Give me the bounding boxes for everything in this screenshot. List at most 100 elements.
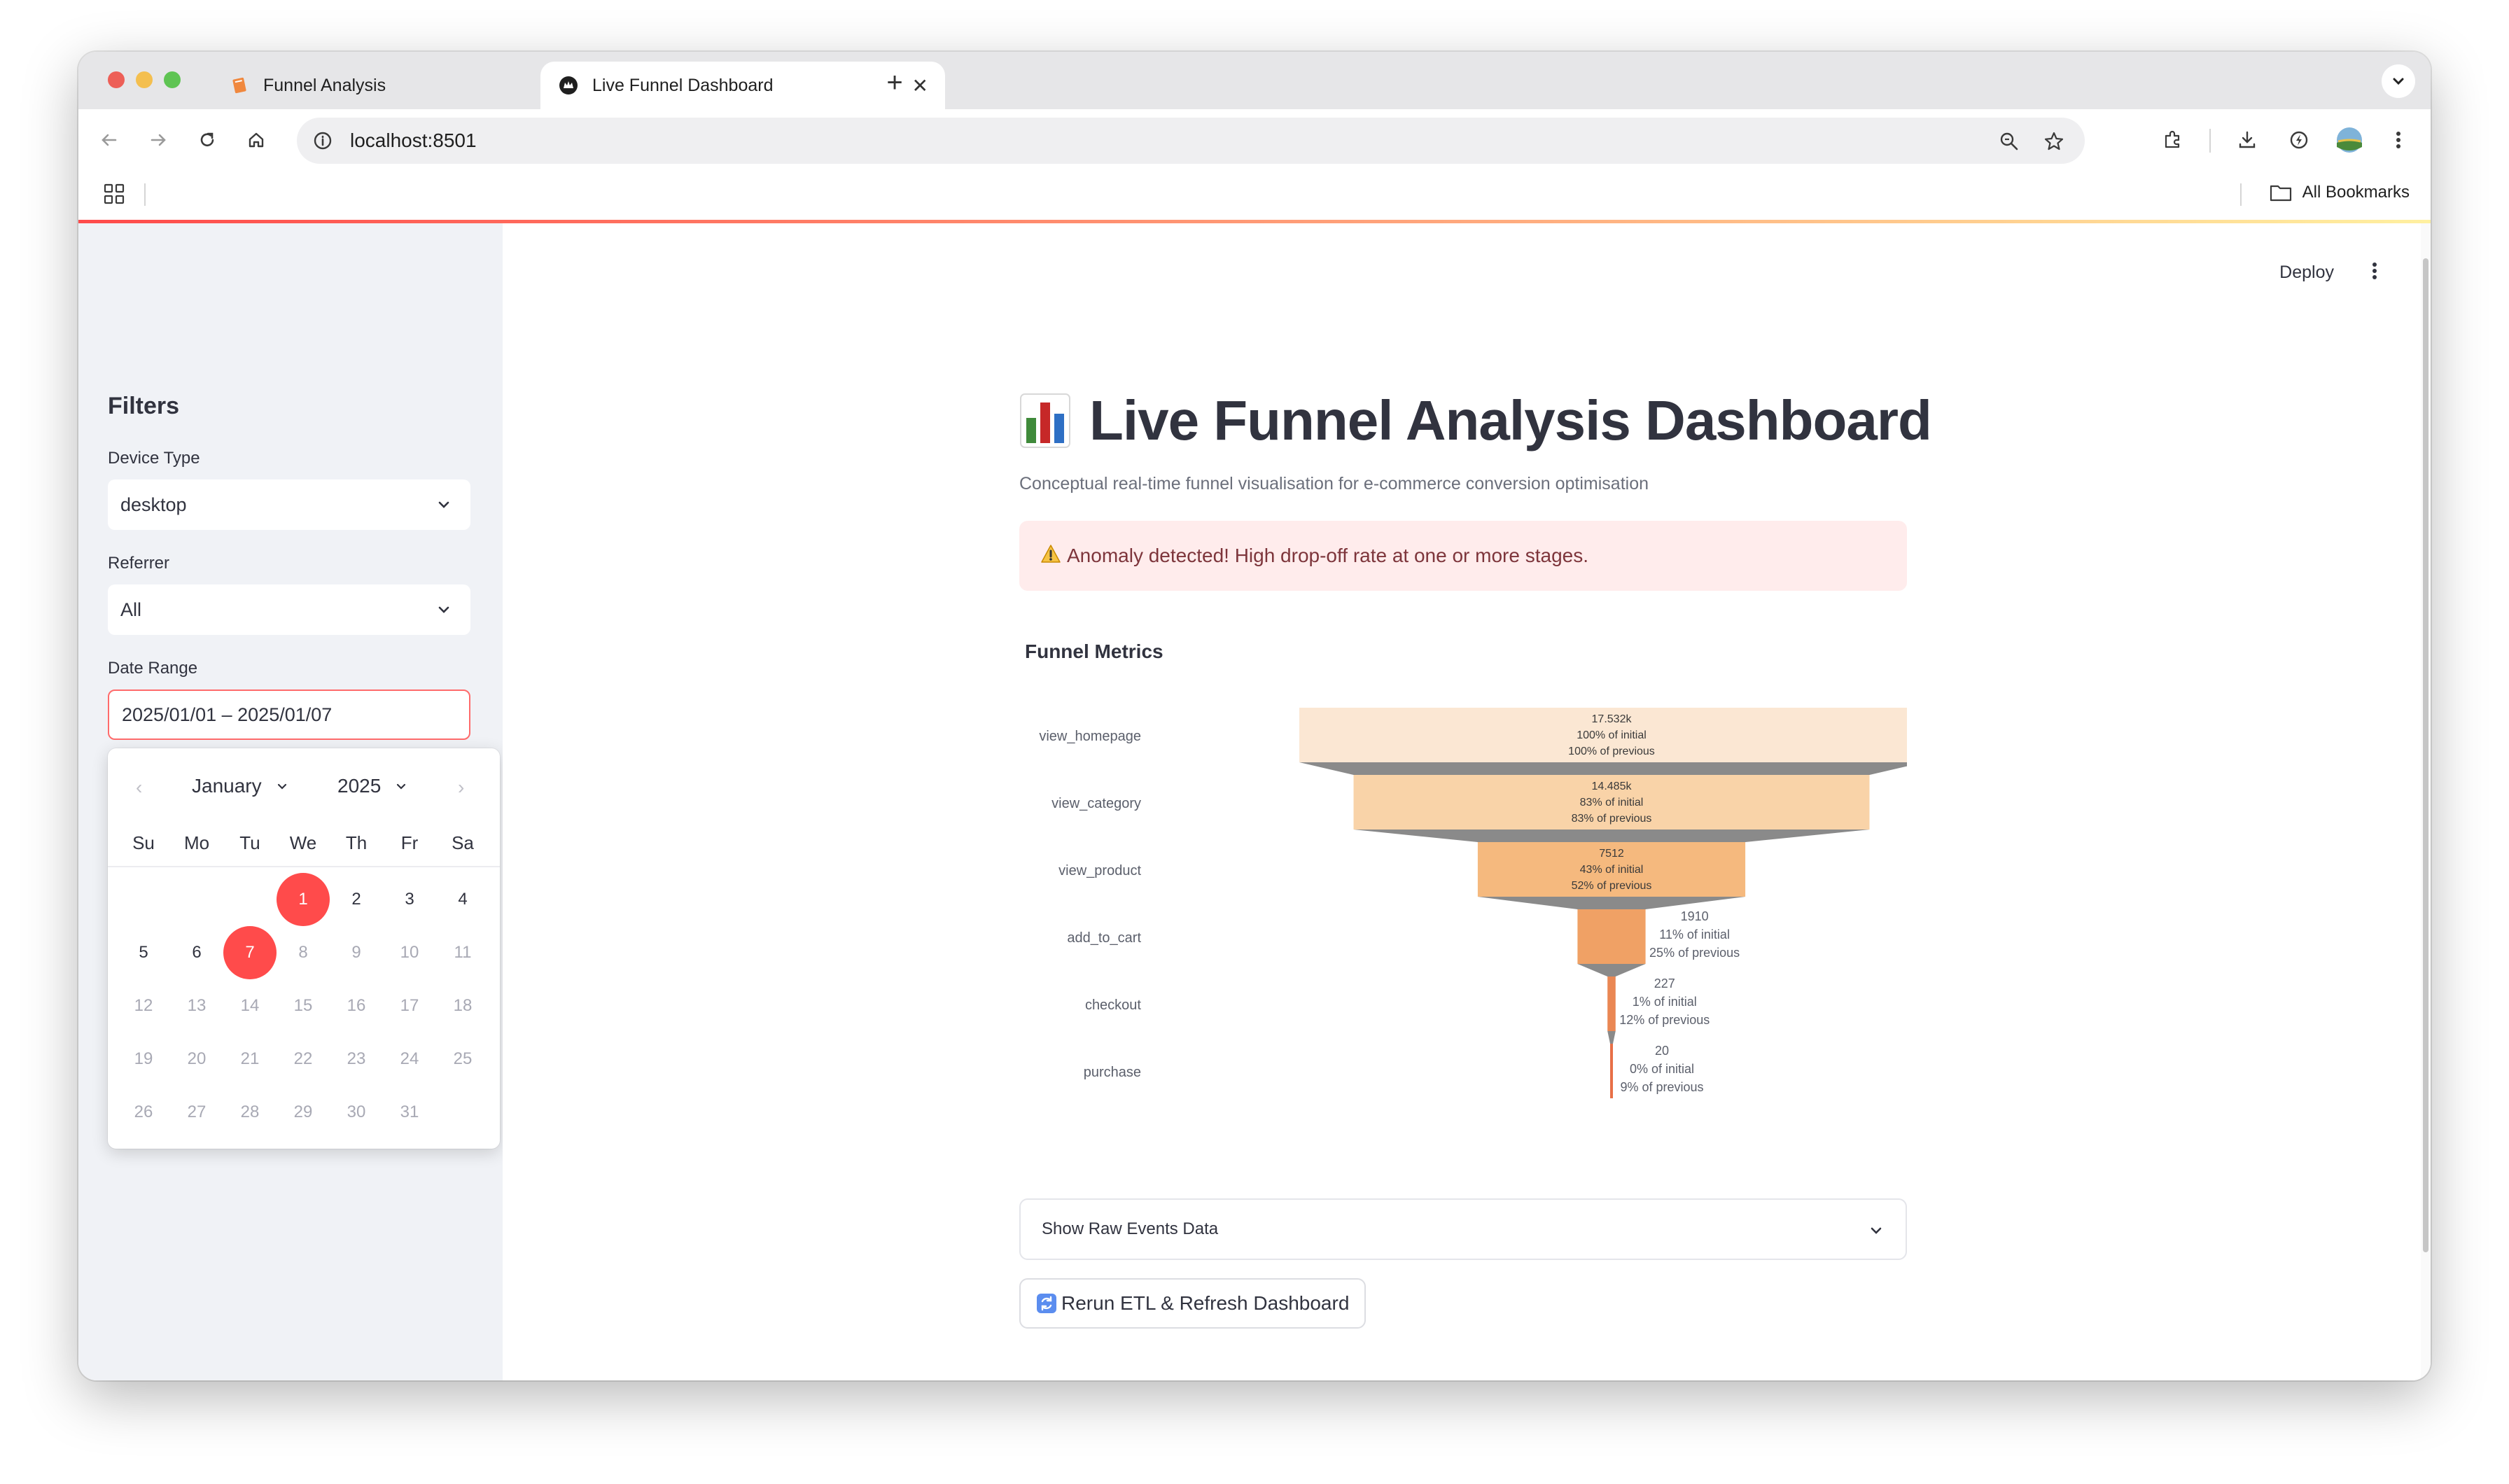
calendar-day[interactable]: 8: [277, 926, 330, 979]
scrollbar-thumb[interactable]: [2423, 258, 2428, 1252]
calendar-day[interactable]: 12: [117, 979, 170, 1032]
chevron-down-icon: [277, 783, 286, 790]
zoom-icon[interactable]: [1997, 129, 2022, 154]
funnel-value-label: 14.485k: [1592, 780, 1633, 792]
deploy-button[interactable]: Deploy: [2279, 262, 2334, 283]
new-tab-button[interactable]: +: [876, 64, 913, 101]
all-bookmarks-button[interactable]: All Bookmarks: [2269, 182, 2410, 203]
calendar-day[interactable]: 18: [436, 979, 489, 1032]
calendar-day[interactable]: 16: [330, 979, 383, 1032]
calendar-day[interactable]: 21: [223, 1032, 277, 1086]
calendar-day[interactable]: 5: [117, 926, 170, 979]
tab-title: Live Funnel Dashboard: [592, 75, 774, 95]
year-select[interactable]: 2025: [337, 775, 407, 797]
calendar-day[interactable]: 20: [170, 1032, 223, 1086]
back-button[interactable]: [92, 123, 126, 157]
extensions-button[interactable]: [2156, 123, 2190, 157]
raw-events-expander[interactable]: Show Raw Events Data: [1019, 1198, 1907, 1260]
minimize-window-button[interactable]: [136, 71, 153, 88]
month-select[interactable]: January: [192, 775, 288, 797]
funnel-pct-previous-label: 100% of previous: [1568, 746, 1655, 757]
calendar-day[interactable]: 1: [277, 873, 330, 926]
funnel-value-label: 227: [1654, 976, 1675, 990]
date-range-input[interactable]: 2025/01/01 – 2025/01/07: [108, 690, 470, 740]
calendar-day[interactable]: 6: [170, 926, 223, 979]
calendar-day[interactable]: 17: [383, 979, 436, 1032]
funnel-bar-checkout[interactable]: [1607, 976, 1616, 1031]
close-window-button[interactable]: [108, 71, 125, 88]
zoom-window-button[interactable]: [164, 71, 181, 88]
calendar-day[interactable]: 15: [277, 979, 330, 1032]
site-info-icon[interactable]: [311, 129, 335, 153]
bookmark-star-icon[interactable]: [2041, 129, 2067, 154]
funnel-pct-initial-label: 83% of initial: [1580, 797, 1644, 808]
calendar-day[interactable]: 29: [277, 1086, 330, 1139]
browser-menu-button[interactable]: [2382, 123, 2415, 157]
calendar-day[interactable]: 30: [330, 1086, 383, 1139]
calendar-day[interactable]: 25: [436, 1032, 489, 1086]
calendar-day[interactable]: 26: [117, 1086, 170, 1139]
url-text[interactable]: localhost:8501: [350, 130, 477, 152]
bookmarks-divider: [144, 183, 146, 206]
rerun-etl-button[interactable]: Rerun ETL & Refresh Dashboard: [1019, 1278, 1367, 1329]
funnel-category-label: view_category: [1051, 796, 1141, 811]
funnel-value-label: 17.532k: [1592, 713, 1633, 725]
toolbar-divider: [2209, 129, 2211, 153]
calendar-day[interactable]: 22: [277, 1032, 330, 1086]
funnel-chart: view_homepage 17.532k 100% of initial 100% …: [1039, 708, 1907, 1098]
weekday-header: Sa: [452, 832, 474, 853]
anomaly-alert: Anomaly detected! High drop-off rate at …: [1019, 521, 1907, 591]
apps-grid-icon[interactable]: [102, 182, 126, 206]
calendar-day[interactable]: 31: [383, 1086, 436, 1139]
calendar-day[interactable]: 23: [330, 1032, 383, 1086]
device-type-label: Device Type: [108, 449, 200, 468]
arrow-left-icon: [102, 134, 117, 146]
calendar-day[interactable]: 7: [223, 926, 277, 979]
referrer-label: Referrer: [108, 554, 170, 573]
funnel-bar-purchase[interactable]: [1610, 1044, 1613, 1098]
calendar-day[interactable]: 27: [170, 1086, 223, 1139]
downloads-button[interactable]: [2230, 123, 2264, 157]
profile-avatar[interactable]: [2333, 123, 2366, 157]
calendar-day[interactable]: 3: [383, 873, 436, 926]
page-subtitle: Conceptual real-time funnel visualisatio…: [1019, 474, 1649, 493]
calendar-day[interactable]: 28: [223, 1086, 277, 1139]
home-button[interactable]: [239, 123, 273, 157]
referrer-select[interactable]: All: [108, 584, 470, 635]
close-tab-icon[interactable]: ✕: [912, 74, 928, 97]
calendar-day[interactable]: 11: [436, 926, 489, 979]
funnel-category-label: purchase: [1084, 1065, 1141, 1080]
funnel-pct-initial-label: 43% of initial: [1580, 864, 1644, 876]
calendar-day[interactable]: 14: [223, 979, 277, 1032]
funnel-pct-previous-label: 9% of previous: [1620, 1080, 1703, 1094]
calendar-day[interactable]: 4: [436, 873, 489, 926]
calendar-day[interactable]: 2: [330, 873, 383, 926]
page-scrollbar[interactable]: [2421, 223, 2431, 1380]
app-menu-button[interactable]: [2362, 257, 2387, 285]
calendar-day[interactable]: 13: [170, 979, 223, 1032]
tab-search-button[interactable]: [2382, 64, 2415, 98]
device-type-select[interactable]: desktop: [108, 479, 470, 530]
funnel-value-label: 1910: [1681, 909, 1709, 923]
chevron-down-icon: [438, 606, 449, 613]
page-title-text: Live Funnel Analysis Dashboard: [1089, 389, 1932, 451]
weekday-header: Su: [132, 832, 155, 853]
funnel-bar-add-to-cart[interactable]: [1577, 909, 1646, 964]
weekday-header: Th: [345, 832, 368, 853]
address-bar[interactable]: localhost:8501: [297, 118, 2085, 164]
calendar-day[interactable]: 9: [330, 926, 383, 979]
funnel-pct-initial-label: 0% of initial: [1630, 1062, 1694, 1076]
tab-strip: Funnel Analysis ✕ Live Funnel Dashboard …: [78, 52, 2431, 109]
chevron-down-icon: [397, 783, 406, 790]
streamlit-crown-icon: [559, 76, 578, 95]
funnel-pct-previous-label: 25% of previous: [1649, 946, 1740, 960]
performance-button[interactable]: [2282, 123, 2316, 157]
calendar-day[interactable]: 10: [383, 926, 436, 979]
calendar-day[interactable]: 19: [117, 1032, 170, 1086]
kebab-menu-icon: [2396, 132, 2400, 148]
forward-button[interactable]: [141, 123, 175, 157]
next-month-button[interactable]: ›: [458, 776, 464, 799]
reload-button[interactable]: [190, 123, 224, 157]
previous-month-button[interactable]: ‹: [136, 776, 142, 799]
calendar-day[interactable]: 24: [383, 1032, 436, 1086]
